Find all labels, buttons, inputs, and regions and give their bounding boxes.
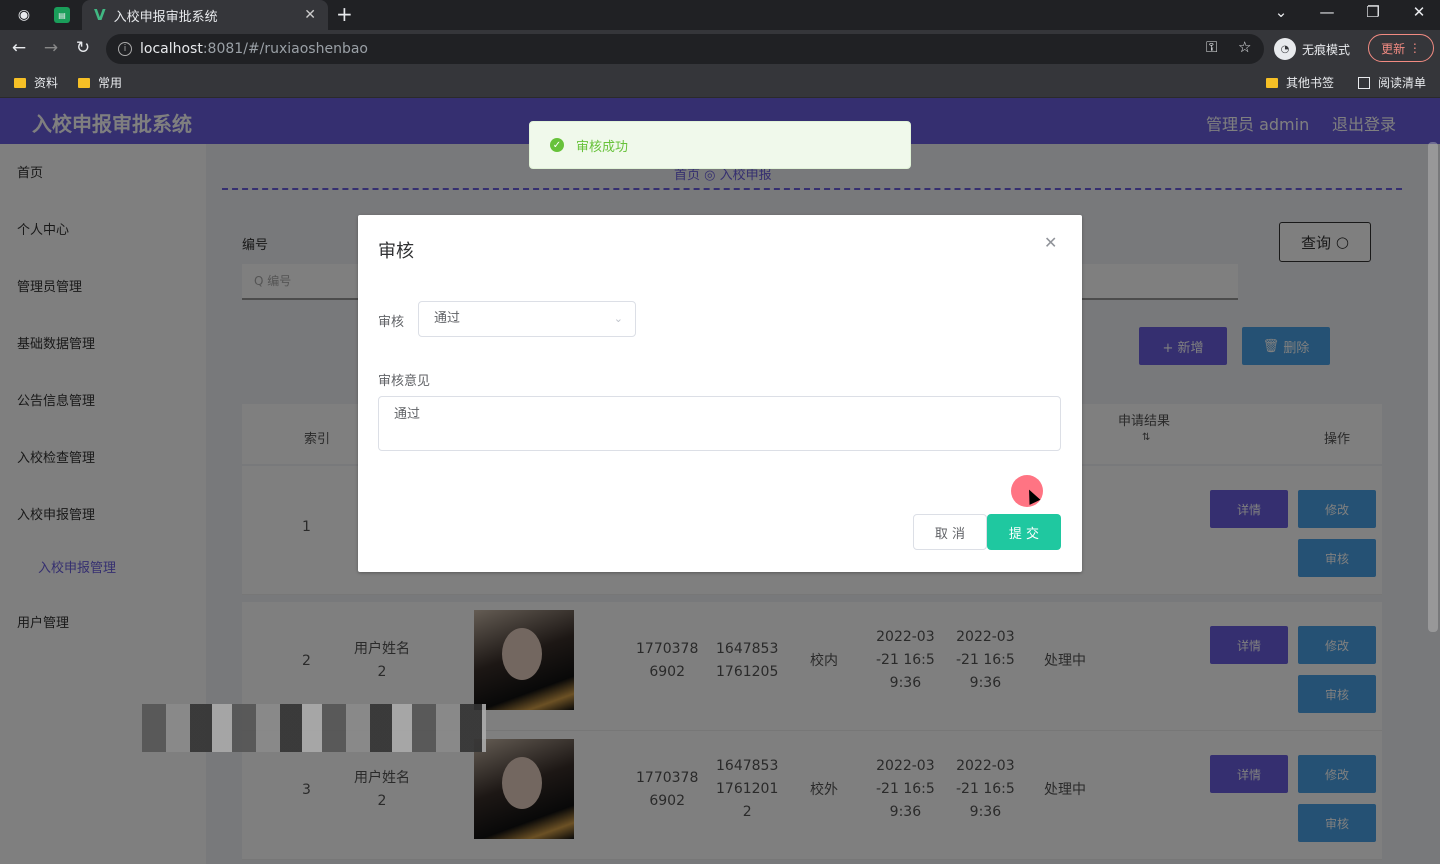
opinion-label: 审核意见 <box>378 374 431 389</box>
update-button[interactable]: 更新 ⋮ <box>1368 34 1434 62</box>
incognito-indicator[interactable]: ◔ 无痕模式 <box>1274 35 1350 63</box>
browser-menu-icon[interactable]: ◉ <box>14 5 34 25</box>
bookmark-label: 其他书签 <box>1286 76 1335 90</box>
app-icon[interactable]: ▤ <box>54 7 70 23</box>
page-scrollbar[interactable] <box>1428 142 1438 632</box>
pixelated-watermark <box>142 704 486 752</box>
bookmarks-bar: 资料 常用 其他书签 阅读清单 <box>0 68 1440 98</box>
bookmark-folder-2[interactable]: 常用 <box>78 74 122 91</box>
url-host: localhost <box>140 41 203 57</box>
reload-icon[interactable]: ↻ <box>72 38 94 58</box>
back-icon[interactable]: ← <box>8 38 30 58</box>
browser-tab-active[interactable]: V 入校申报审批系统 ✕ <box>82 0 328 30</box>
incognito-icon: ◔ <box>1274 38 1296 60</box>
restore-icon[interactable]: ❐ <box>1358 3 1388 21</box>
other-bookmarks[interactable]: 其他书签 <box>1266 74 1334 91</box>
audit-select[interactable]: 通过 ⌄ <box>418 301 636 337</box>
chevron-down-icon: ⌄ <box>613 312 623 325</box>
forward-icon[interactable]: → <box>40 38 62 58</box>
success-toast: ✓ 审核成功 <box>529 121 911 169</box>
bookmark-label: 资料 <box>34 76 59 90</box>
close-window-icon[interactable]: ✕ <box>1404 3 1434 21</box>
audit-label: 审核 <box>378 315 405 330</box>
site-info-icon[interactable]: i <box>118 42 132 56</box>
check-circle-icon: ✓ <box>550 138 564 152</box>
folder-icon <box>1266 77 1278 88</box>
browser-address-bar: ← → ↻ i localhost:8081/#/ruxiaoshenbao ⚿… <box>0 30 1440 68</box>
tab-search-icon[interactable]: ⌄ <box>1266 3 1296 21</box>
bookmark-star-icon[interactable]: ☆ <box>1238 38 1251 56</box>
incognito-label: 无痕模式 <box>1302 42 1351 57</box>
submit-button[interactable]: 提 交 <box>987 514 1061 550</box>
new-tab-icon[interactable]: + <box>336 2 353 26</box>
minimize-icon[interactable]: — <box>1312 3 1342 21</box>
browser-tab-bar: ◉ ▤ V 入校申报审批系统 ✕ + ⌄ — ❐ ✕ <box>0 0 1440 30</box>
audit-dialog: 审核 ✕ 审核 通过 ⌄ 审核意见 通过 取 消 提 交 <box>358 215 1082 572</box>
reading-list-icon <box>1358 76 1370 89</box>
url-input[interactable]: i localhost:8081/#/ruxiaoshenbao <box>106 34 1264 64</box>
dialog-title: 审核 <box>378 241 414 262</box>
folder-icon <box>78 77 90 88</box>
audit-select-value: 通过 <box>434 311 461 326</box>
bookmark-label: 阅读清单 <box>1378 76 1427 90</box>
folder-icon <box>14 77 26 88</box>
close-icon[interactable]: ✕ <box>1044 233 1057 252</box>
cancel-button[interactable]: 取 消 <box>913 514 987 550</box>
url-path: :8081/#/ruxiaoshenbao <box>202 41 368 57</box>
tab-close-icon[interactable]: ✕ <box>304 7 316 23</box>
tab-title: 入校申报审批系统 <box>113 9 218 25</box>
vue-logo-icon: V <box>94 6 106 24</box>
toast-message: 审核成功 <box>576 139 629 155</box>
reading-list[interactable]: 阅读清单 <box>1358 74 1426 91</box>
opinion-textarea[interactable]: 通过 <box>378 396 1061 451</box>
bookmark-folder-1[interactable]: 资料 <box>14 74 58 91</box>
bookmark-label: 常用 <box>98 76 123 90</box>
update-label: 更新 <box>1381 41 1406 56</box>
key-icon[interactable]: ⚿ <box>1206 38 1217 56</box>
